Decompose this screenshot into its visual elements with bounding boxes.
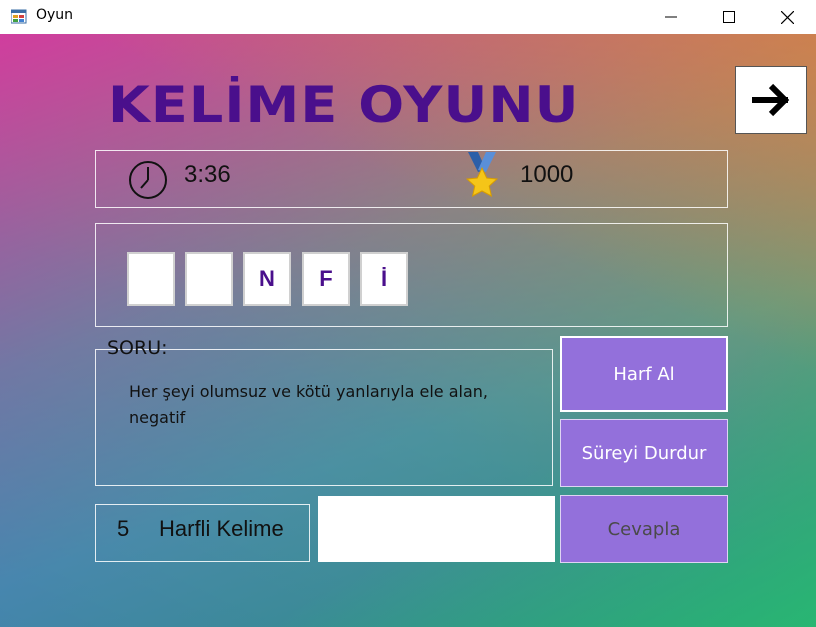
timer-value: 3:36 bbox=[184, 161, 231, 188]
pause-timer-button[interactable]: Süreyi Durdur bbox=[560, 419, 728, 487]
title-bar: Oyun bbox=[0, 0, 816, 34]
game-title: KELİME OYUNU bbox=[108, 76, 580, 134]
word-length-label: Harfli Kelime bbox=[159, 516, 284, 541]
question-text: Her şeyi olumsuz ve kötü yanlarıyla ele … bbox=[129, 382, 489, 427]
window-title: Oyun bbox=[36, 7, 74, 23]
letter-tile: İ bbox=[360, 252, 408, 306]
medal-icon bbox=[465, 152, 499, 197]
word-length-count: 5 bbox=[117, 516, 130, 541]
hint-button[interactable]: Harf Al bbox=[560, 336, 728, 412]
arrow-right-icon bbox=[752, 83, 790, 117]
maximize-button[interactable] bbox=[700, 0, 758, 34]
game-window: Oyun KELİME OYUNU 3:36 1000 N F İ SORU: … bbox=[0, 0, 816, 627]
answer-button[interactable]: Cevapla bbox=[560, 495, 728, 563]
close-button[interactable] bbox=[758, 0, 816, 34]
game-content: KELİME OYUNU 3:36 1000 N F İ SORU: Her ş… bbox=[0, 34, 816, 627]
letter-tile: N bbox=[243, 252, 291, 306]
clock-icon bbox=[129, 161, 167, 199]
next-question-button[interactable] bbox=[735, 66, 807, 134]
maximize-icon bbox=[723, 11, 735, 23]
close-icon bbox=[780, 10, 794, 24]
answer-input[interactable] bbox=[318, 496, 555, 562]
score-value: 1000 bbox=[520, 161, 574, 188]
minimize-icon bbox=[665, 16, 677, 18]
letter-tile bbox=[185, 252, 233, 306]
windows-forms-app-icon bbox=[11, 9, 27, 24]
question-legend: SORU: bbox=[107, 337, 168, 359]
game-client-area: KELİME OYUNU 3:36 1000 N F İ SORU: Her ş… bbox=[0, 34, 816, 627]
minimize-button[interactable] bbox=[642, 0, 700, 34]
letter-tile: F bbox=[302, 252, 350, 306]
letter-tile bbox=[127, 252, 175, 306]
